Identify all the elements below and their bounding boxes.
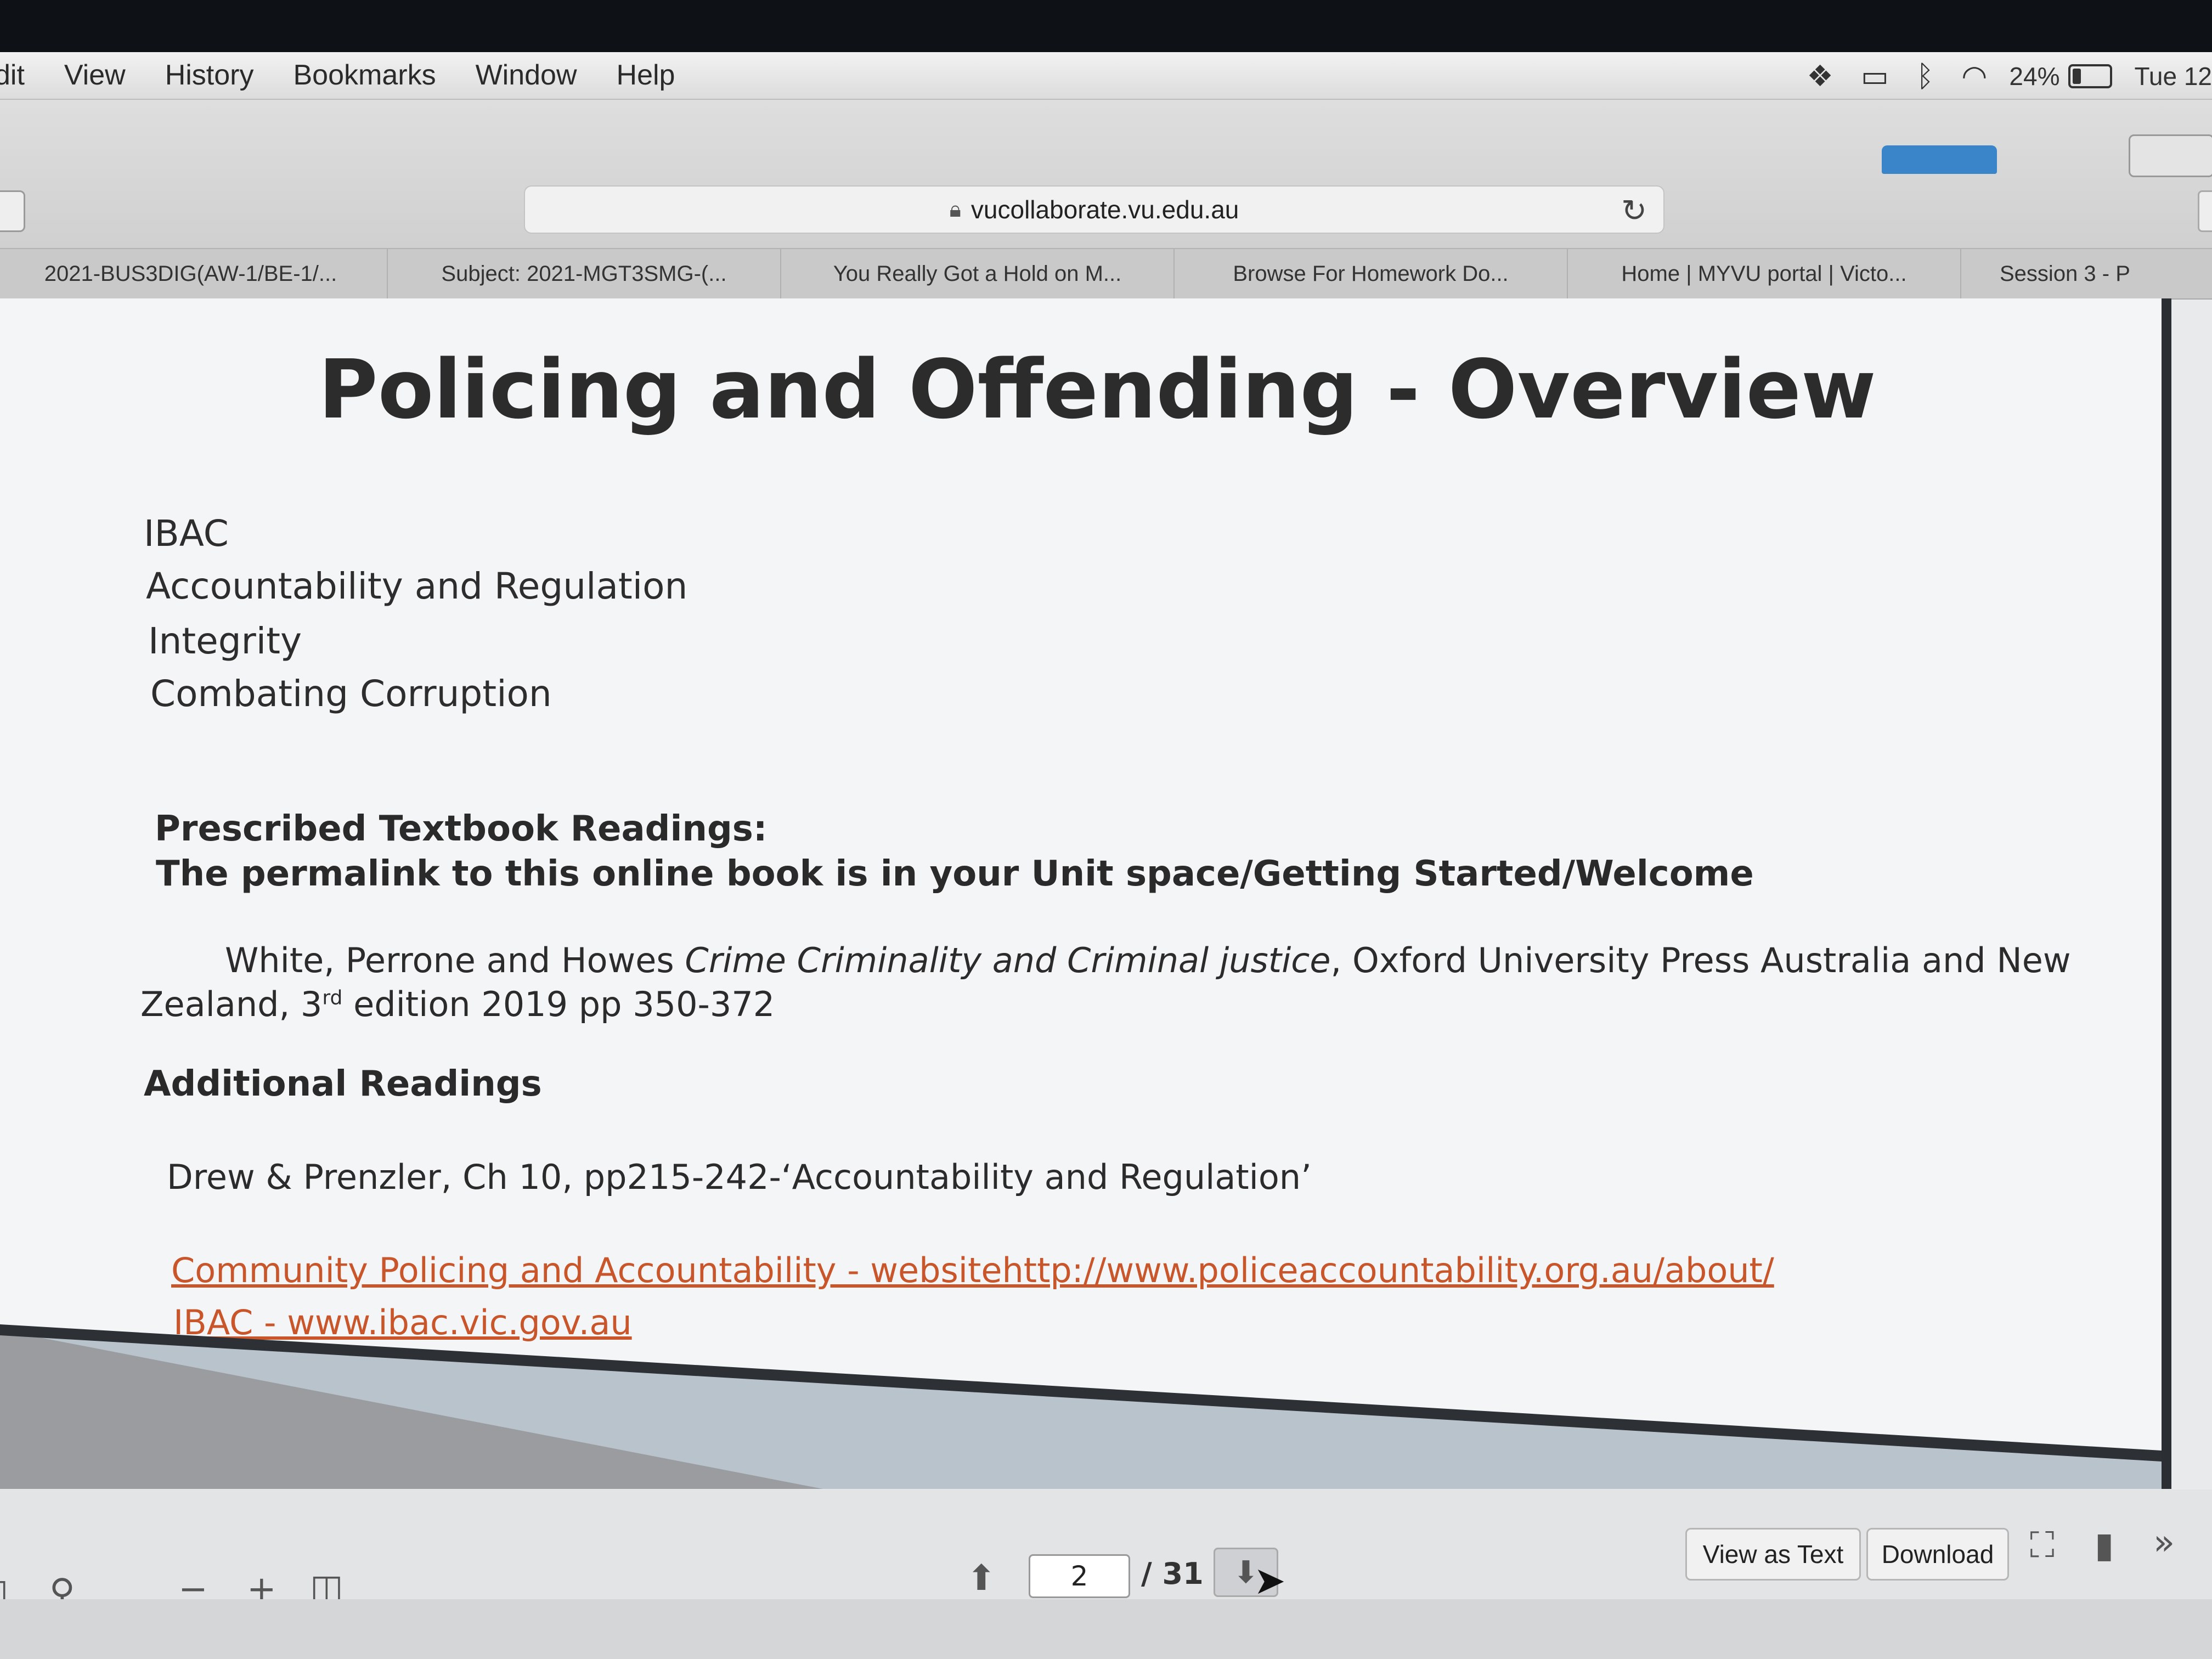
reload-icon[interactable]: ↻ — [1621, 193, 1647, 229]
menu-history[interactable]: History — [165, 59, 254, 92]
topic-combating-corruption: Combating Corruption — [150, 673, 552, 715]
pdf-page: Policing and Offending - Overview IBAC A… — [0, 298, 2171, 1489]
folder-icon[interactable] — [1882, 145, 1997, 174]
battery-level — [2073, 68, 2081, 84]
more-chevron-icon[interactable]: » — [2153, 1522, 2175, 1563]
prescribed-heading: Prescribed Textbook Readings: — [155, 809, 768, 849]
status-area: ❖ ▭ ᛒ ◠ 24% Tue 12 — [1779, 59, 2212, 93]
textbook-authors: White, Perrone and Howes — [225, 940, 685, 980]
menu-view[interactable]: View — [64, 59, 126, 92]
textbook-title: Crime Criminality and Criminal justice — [685, 940, 1331, 980]
view-as-text-button[interactable]: View as Text — [1685, 1528, 1861, 1581]
menu-help[interactable]: Help — [617, 59, 675, 92]
topic-ibac: IBAC — [144, 512, 229, 555]
menu-window[interactable]: Window — [476, 59, 577, 92]
toolbar-edge-button[interactable] — [2198, 190, 2212, 232]
bottom-strip — [0, 1599, 2212, 1659]
clock[interactable]: Tue 12 — [2134, 61, 2212, 91]
screen: dit View History Bookmarks Window Help ❖… — [0, 52, 2212, 1659]
page-title: Policing and Offending - Overview — [318, 342, 1876, 437]
textbook-edition-post: edition 2019 pp 350-372 — [342, 984, 775, 1024]
textbook-reference-line1: White, Perrone and Howes Crime Criminali… — [225, 940, 2071, 980]
tab-6[interactable]: Session 3 - P — [1961, 249, 2212, 298]
textbook-reference-line2: Zealand, 3rd edition 2019 pp 350-372 — [140, 984, 775, 1024]
dropbox-icon[interactable]: ❖ — [1807, 59, 1833, 93]
slide-decoration — [0, 1324, 2162, 1489]
menu-edit[interactable]: dit — [0, 59, 25, 92]
additional-reference: Drew & Prenzler, Ch 10, pp215-242-‘Accou… — [167, 1157, 1312, 1197]
battery-icon[interactable] — [2068, 64, 2113, 88]
page-total: / 31 — [1141, 1556, 1204, 1591]
wifi-icon[interactable]: ◠ — [1961, 59, 1987, 93]
sidebar-toggle-button[interactable] — [0, 190, 25, 232]
battery-percent: 24% — [2009, 61, 2060, 91]
community-policing-link[interactable]: Community Policing and Accountability - … — [171, 1250, 1774, 1290]
drive-icon[interactable] — [2129, 134, 2212, 177]
bluetooth-icon[interactable]: ᛒ — [1916, 59, 1934, 93]
tab-2[interactable]: Subject: 2021-MGT3SMG-(... — [388, 249, 781, 298]
tab-1[interactable]: 2021-BUS3DIG(AW-1/BE-1/... — [0, 249, 388, 298]
page-number-input[interactable] — [1029, 1554, 1130, 1598]
textbook-publisher: , Oxford University Press Australia and … — [1330, 940, 2071, 980]
download-button[interactable]: Download — [1866, 1528, 2009, 1581]
menu-bookmarks[interactable]: Bookmarks — [294, 59, 436, 92]
tab-5[interactable]: Home | MYVU portal | Victo... — [1568, 249, 1961, 298]
previous-page-icon[interactable]: ⬆ — [967, 1558, 996, 1599]
tab-3[interactable]: You Really Got a Hold on M... — [781, 249, 1175, 298]
airplay-icon[interactable]: ▭ — [1861, 59, 1889, 93]
tab-strip: 2021-BUS3DIG(AW-1/BE-1/... Subject: 2021… — [0, 248, 2212, 300]
document-icon[interactable]: ▮ — [2095, 1525, 2114, 1566]
textbook-edition-sup: rd — [322, 986, 343, 1009]
url-text: vucollaborate.vu.edu.au — [970, 195, 1239, 224]
menu-left: dit View History Bookmarks Window Help — [0, 59, 714, 92]
topic-accountability: Accountability and Regulation — [146, 565, 688, 607]
address-bar[interactable]: 🔒︎ vucollaborate.vu.edu.au ↻ — [524, 185, 1664, 234]
permalink-line: The permalink to this online book is in … — [156, 854, 1754, 894]
lock-icon: 🔒︎ — [949, 197, 961, 222]
textbook-edition-pre: Zealand, 3 — [140, 984, 323, 1024]
additional-heading: Additional Readings — [144, 1064, 542, 1104]
mouse-cursor-icon: ➤ — [1254, 1558, 1286, 1603]
tab-4[interactable]: Browse For Homework Do... — [1175, 249, 1568, 298]
menu-bar: dit View History Bookmarks Window Help ❖… — [0, 52, 2212, 100]
topic-integrity: Integrity — [148, 620, 302, 662]
fullscreen-icon[interactable]: ⛶ — [2030, 1525, 2055, 1566]
